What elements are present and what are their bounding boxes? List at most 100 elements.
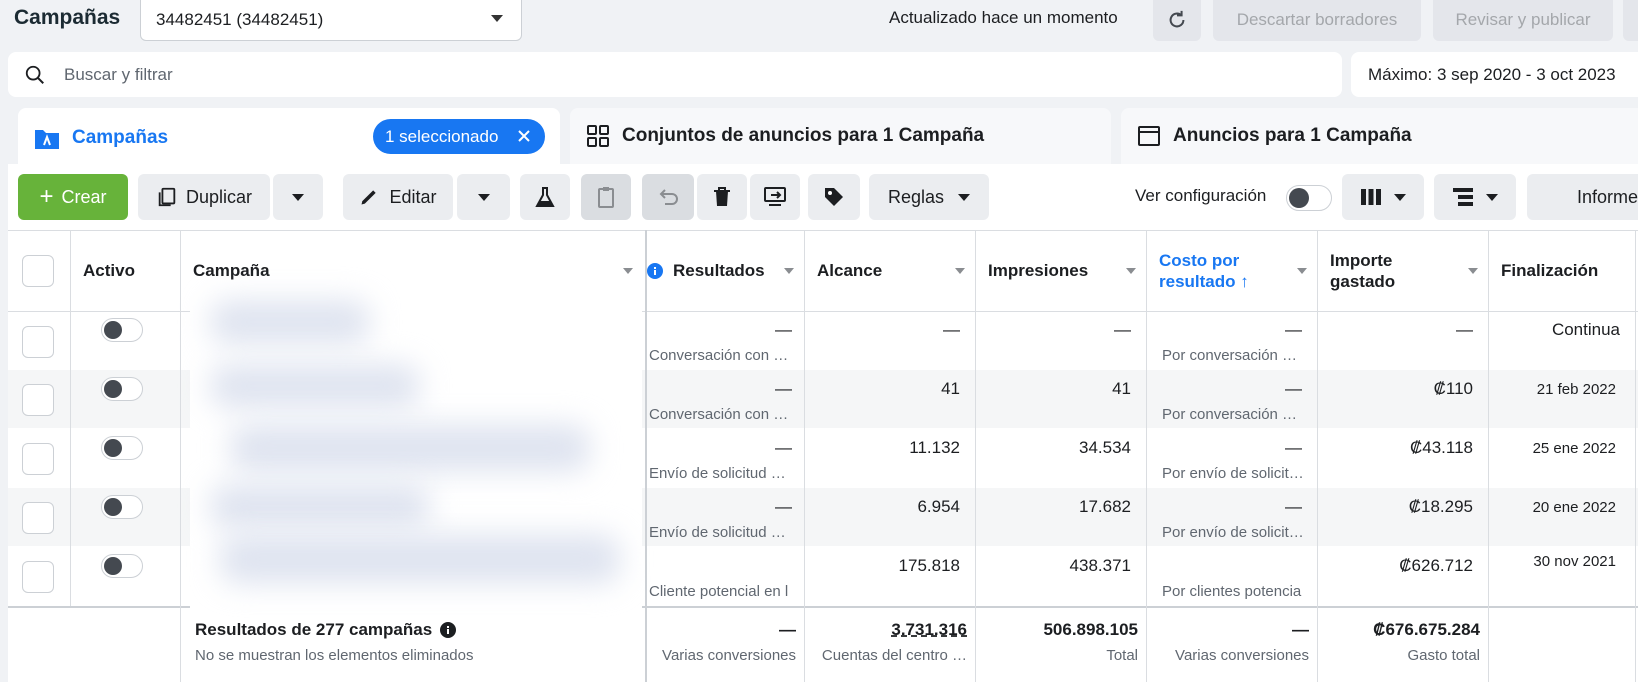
column-header-reach[interactable]: Alcance	[817, 231, 975, 311]
row-spent: ₡110	[1433, 379, 1473, 398]
row-result: —	[775, 320, 792, 339]
total-cost: —	[1292, 620, 1309, 639]
row-checkbox[interactable]	[22, 561, 54, 593]
rules-button[interactable]: Reglas	[869, 174, 989, 220]
row-reach: 6.954	[917, 497, 960, 516]
row-checkbox[interactable]	[22, 326, 54, 358]
campaign-active-toggle[interactable]	[101, 436, 143, 460]
redacted-campaign-names	[190, 294, 642, 614]
row-impressions: 438.371	[1069, 556, 1131, 575]
column-header-impressions[interactable]: Impresiones	[988, 231, 1146, 311]
top-bar: Campañas 34482451 (34482451) Actualizado…	[0, 0, 1638, 41]
selected-pill[interactable]: 1 seleccionado	[373, 119, 545, 154]
refresh-button[interactable]	[1153, 0, 1201, 41]
column-header-results[interactable]: Resultados	[647, 231, 804, 311]
chevron-down-icon	[292, 193, 304, 201]
review-publish-button[interactable]: Revisar y publicar	[1433, 0, 1613, 41]
refresh-icon	[1169, 10, 1185, 27]
folder-icon	[34, 126, 60, 150]
tab-adsets[interactable]: Conjuntos de anuncios para 1 Campaña	[570, 108, 1111, 164]
ad-window-icon	[1137, 124, 1161, 148]
toggle-knob	[104, 498, 122, 516]
duplicate-label: Duplicar	[185, 186, 253, 207]
campaign-active-toggle[interactable]	[101, 554, 143, 578]
delete-button[interactable]	[697, 174, 747, 220]
column-header-amount-spent[interactable]: Importe gastado	[1330, 231, 1488, 311]
column-header-active[interactable]: Activo	[83, 231, 179, 311]
row-impressions: —	[1114, 320, 1131, 339]
row-ends: 30 nov 2021	[1533, 553, 1616, 570]
account-selector[interactable]: 34482451 (34482451)	[140, 0, 522, 41]
tab-label: Campañas	[72, 127, 169, 148]
clipboard-button[interactable]	[581, 174, 631, 220]
columns-button[interactable]	[1342, 174, 1424, 220]
sort-caret-icon	[1468, 268, 1478, 274]
tab-ads[interactable]: Anuncios para 1 Campaña	[1121, 108, 1638, 164]
total-results: —	[779, 620, 796, 639]
summary-title-text: Resultados de 277 campañas	[195, 620, 433, 639]
view-config-label: Ver configuración	[1135, 186, 1267, 205]
select-all-checkbox[interactable]	[22, 255, 54, 287]
overflow-button[interactable]	[1623, 0, 1638, 41]
row-result-type: Envío de solicitud …	[649, 524, 786, 541]
row-spent: ₡18.295	[1408, 497, 1473, 516]
column-header-cost-per-result[interactable]: Costo por resultado ↑	[1159, 231, 1317, 311]
edit-dropdown-button[interactable]	[457, 174, 510, 220]
row-cost-type: Por clientes potencia	[1162, 583, 1302, 600]
campaign-active-toggle[interactable]	[101, 377, 143, 401]
row-impressions: 17.682	[1079, 497, 1131, 516]
row-checkbox[interactable]	[22, 502, 54, 534]
view-config-toggle[interactable]	[1286, 185, 1332, 211]
create-button[interactable]: + Crear	[18, 174, 128, 220]
selected-count: 1 seleccionado	[385, 126, 499, 146]
ab-test-button[interactable]	[520, 174, 570, 220]
row-reach: 175.818	[898, 556, 960, 575]
tag-icon	[825, 188, 843, 206]
campaign-active-toggle[interactable]	[101, 318, 143, 342]
breakdown-icon	[1453, 188, 1473, 206]
flask-icon	[535, 187, 555, 207]
column-label-line: Importe	[1330, 251, 1393, 270]
search-bar	[8, 52, 1342, 97]
discard-drafts-button[interactable]: Descartar borradores	[1213, 0, 1421, 41]
row-cost-type: Por envío de solicit…	[1162, 465, 1304, 482]
tag-button[interactable]	[808, 174, 860, 220]
row-checkbox[interactable]	[22, 384, 54, 416]
campaign-active-toggle[interactable]	[101, 495, 143, 519]
sort-caret-icon	[1297, 268, 1307, 274]
updated-status: Actualizado hace un momento	[889, 8, 1118, 27]
clipboard-icon	[598, 187, 614, 208]
row-result-type: Envío de solicitud …	[649, 465, 786, 482]
total-spent-label: Gasto total	[1407, 647, 1480, 664]
close-icon[interactable]	[515, 127, 533, 145]
toggle-knob	[104, 557, 122, 575]
tab-campaigns[interactable]: Campañas 1 seleccionado	[18, 108, 560, 168]
row-checkbox[interactable]	[22, 443, 54, 475]
duplicate-button[interactable]: Duplicar	[138, 174, 270, 220]
column-label-line: gastado	[1330, 272, 1396, 291]
chevron-down-icon	[958, 193, 971, 201]
reports-button[interactable]: Informes	[1527, 174, 1638, 220]
row-result-type: Conversación con …	[649, 347, 789, 364]
row-result-type: Cliente potencial en l	[649, 583, 789, 600]
edit-button[interactable]: Editar	[343, 174, 453, 220]
row-ends: 21 feb 2022	[1536, 381, 1616, 398]
row-impressions: 41	[1112, 379, 1131, 398]
undo-button[interactable]	[642, 174, 694, 220]
row-result: —	[775, 379, 792, 398]
column-label: Impresiones	[988, 261, 1089, 280]
breakdown-button[interactable]	[1434, 174, 1516, 220]
sort-caret-icon	[784, 268, 794, 274]
total-reach[interactable]: 3.731.316	[820, 620, 967, 640]
info-icon[interactable]	[440, 622, 457, 638]
column-header-ends[interactable]: Finalización	[1501, 231, 1635, 311]
duplicate-dropdown-button[interactable]	[273, 174, 323, 220]
date-range-picker[interactable]: Máximo: 3 sep 2020 - 3 oct 2023	[1351, 52, 1638, 97]
row-cost-type: Por conversación …	[1162, 347, 1298, 364]
row-ends: 20 ene 2022	[1532, 499, 1616, 516]
create-label: Crear	[61, 186, 107, 207]
search-input[interactable]	[64, 64, 864, 85]
chevron-down-icon	[491, 15, 503, 22]
sort-caret-icon	[955, 268, 965, 274]
ab-compare-button[interactable]	[750, 174, 800, 220]
